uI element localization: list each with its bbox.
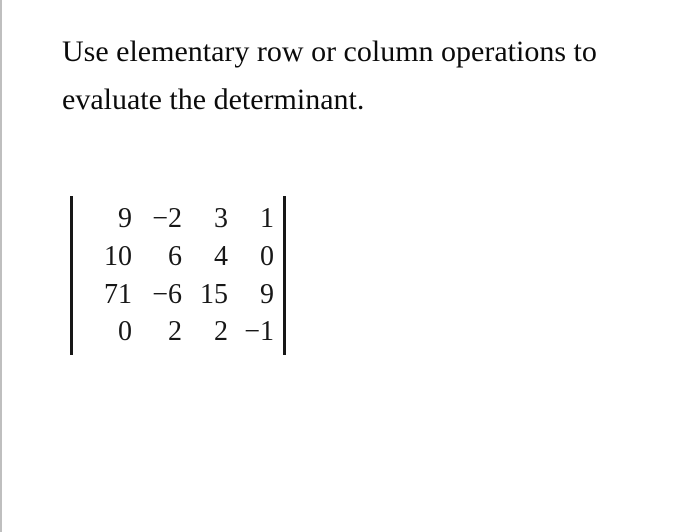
- matrix-cell: −1: [228, 313, 274, 351]
- matrix-cell: 6: [132, 238, 182, 276]
- matrix-cell: 9: [228, 276, 274, 314]
- instruction-line-2: evaluate the determinant.: [62, 83, 364, 116]
- matrix-cell: −2: [132, 200, 182, 238]
- matrix-cell: 3: [182, 200, 228, 238]
- matrix-row: 9 −2 3 1: [82, 200, 274, 238]
- matrix-cell: 71: [82, 276, 132, 314]
- page-content: Use elementary row or column operations …: [0, 0, 700, 532]
- determinant-matrix: 9 −2 3 1 10 6 4 0 71 −6 15 9 0 2 2 −1: [70, 194, 286, 357]
- matrix-cell: 0: [228, 238, 274, 276]
- matrix-cell: 2: [182, 313, 228, 351]
- matrix-cell: 1: [228, 200, 274, 238]
- matrix-row: 0 2 2 −1: [82, 313, 274, 351]
- matrix-cell: −6: [132, 276, 182, 314]
- problem-instruction: Use elementary row or column operations …: [62, 28, 660, 124]
- matrix-row: 10 6 4 0: [82, 238, 274, 276]
- determinant-bar-right: [283, 196, 286, 355]
- instruction-line-1: Use elementary row or column operations …: [62, 35, 597, 68]
- matrix-cell: 0: [82, 313, 132, 351]
- matrix-cell: 4: [182, 238, 228, 276]
- matrix-row: 71 −6 15 9: [82, 276, 274, 314]
- matrix-cell: 2: [132, 313, 182, 351]
- determinant-bar-left: [70, 196, 73, 355]
- matrix-cell: 9: [82, 200, 132, 238]
- matrix-cell: 15: [182, 276, 228, 314]
- matrix-cell: 10: [82, 238, 132, 276]
